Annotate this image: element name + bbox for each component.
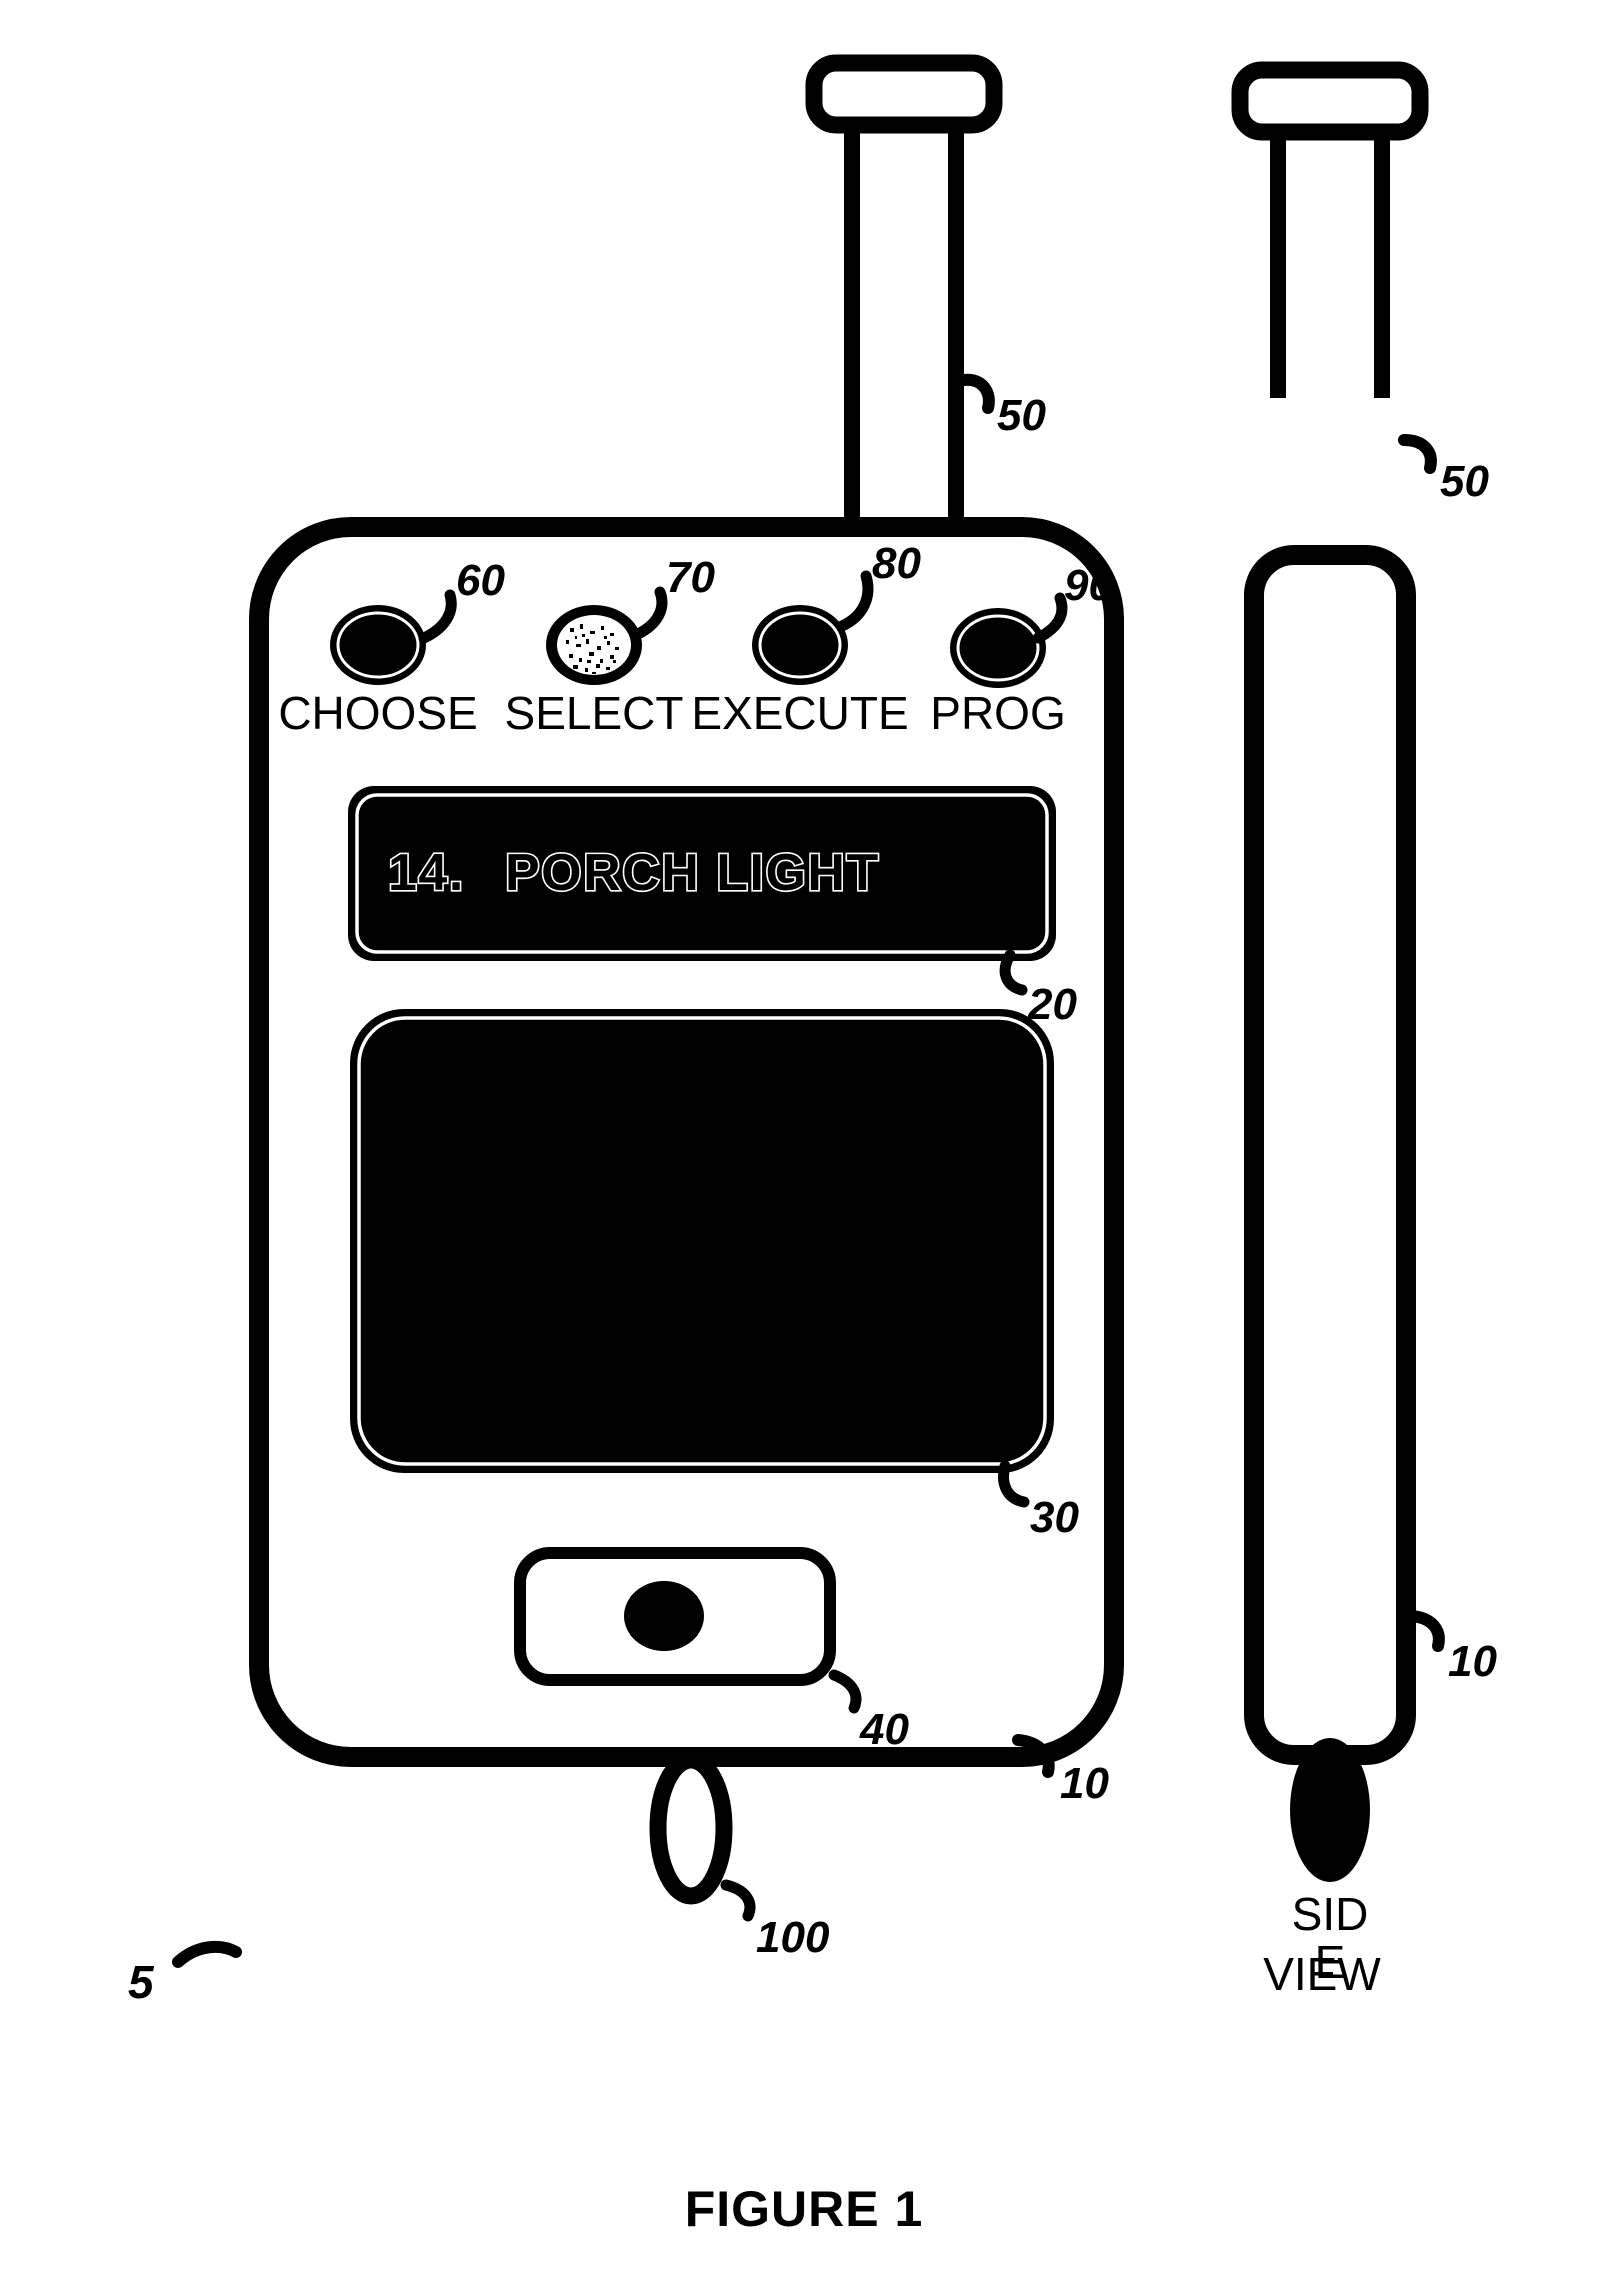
- button-execute-cap: [764, 617, 836, 673]
- patent-figure-1: 50 10 60 CHOOSE 70 SELECT 80 EXECUTE 90 …: [0, 0, 1609, 2278]
- leader-assembly-5: [172, 1940, 242, 1968]
- leader-antenna-50: [958, 373, 995, 414]
- lcd-display[interactable]: 14. PORCH LIGHT: [348, 786, 1056, 996]
- button-select-label: SELECT: [505, 687, 684, 739]
- leader-side-device-10: [1406, 1610, 1445, 1652]
- side-view-label-line1: SID: [1292, 1888, 1369, 1940]
- antenna-front: [805, 54, 1003, 520]
- main-screen-outer: [350, 1009, 1054, 1473]
- side-body-outline: [1244, 545, 1416, 1765]
- ref-label-side-antenna: 50: [1440, 457, 1489, 506]
- ref-label-main-screen: 30: [1030, 1493, 1079, 1542]
- ref-label-device-front: 10: [1060, 1759, 1109, 1808]
- keyring-loop-ring: [649, 1751, 733, 1905]
- figure-canvas: 50 10 60 CHOOSE 70 SELECT 80 EXECUTE 90 …: [128, 54, 1497, 2237]
- ref-label-keyring: 100: [756, 1913, 830, 1962]
- button-choose-cap: [342, 617, 414, 673]
- ref-label-execute: 80: [872, 539, 921, 588]
- side-keyring-tab: [1290, 1738, 1370, 1882]
- ref-label-select: 70: [666, 553, 715, 602]
- ref-label-antenna-front: 50: [997, 391, 1046, 440]
- ref-label-rocker: 40: [859, 1705, 909, 1754]
- button-select-cap: [557, 615, 631, 675]
- button-prog-label: PROG: [930, 687, 1065, 739]
- keyring-loop: [649, 1751, 756, 1922]
- figure-caption: FIGURE 1: [685, 2181, 924, 2237]
- assembly-ref-group: 5: [128, 1940, 242, 2008]
- button-choose-label: CHOOSE: [278, 687, 477, 739]
- ref-label-choose: 60: [456, 556, 505, 605]
- lcd-line-text: PORCH LIGHT: [505, 844, 880, 902]
- leader-side-antenna-50: [1398, 434, 1437, 474]
- side-view-label-line3: VIEW: [1263, 1948, 1381, 2000]
- button-execute-label: EXECUTE: [691, 687, 908, 739]
- leader-keyring-100: [720, 1879, 756, 1922]
- button-prog-cap: [962, 620, 1034, 676]
- ref-label-assembly: 5: [128, 1956, 155, 2008]
- ref-label-prog: 90: [1064, 561, 1113, 610]
- rocker-button-dot: [624, 1581, 704, 1651]
- main-screen[interactable]: [350, 1009, 1054, 1508]
- rocker-button[interactable]: [514, 1547, 862, 1714]
- side-view: 50 10 SID E VIEW: [1231, 61, 1497, 2000]
- side-antenna-tip-cap: [1231, 61, 1429, 141]
- ref-label-side-device: 10: [1448, 1637, 1497, 1686]
- antenna-tip-cap: [805, 54, 1003, 134]
- lcd-line-number: 14.: [388, 844, 465, 902]
